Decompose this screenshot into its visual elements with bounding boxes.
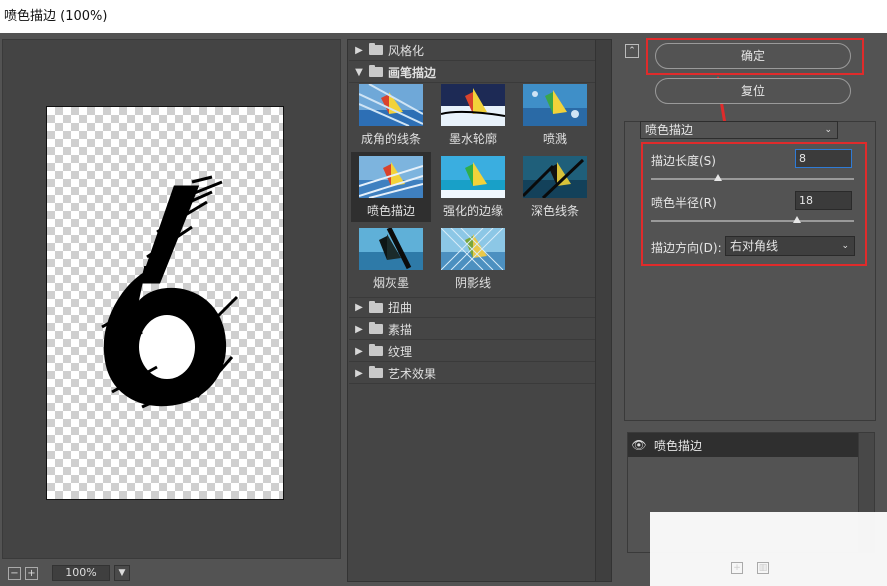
collapse-arrow-icon: ▼ (355, 66, 363, 78)
filter-thumb-spatter[interactable]: 喷溅 (515, 80, 595, 150)
category-distort[interactable]: ▶ 扭曲 (349, 297, 596, 318)
thumbnail-image (441, 228, 505, 270)
filter-thumb-sprayed-strokes[interactable]: 喷色描边 (351, 152, 431, 222)
thumbnail-image (523, 156, 587, 198)
thumbnail-image (359, 156, 423, 198)
reset-button[interactable]: 复位 (655, 78, 851, 104)
folder-icon (369, 366, 383, 378)
filter-gallery[interactable]: ▶ 风格化 ▼ 画笔描边 成角的线条 墨水轮廓 喷溅 喷色描边 强化的边缘 深色… (347, 39, 612, 582)
expand-arrow-icon: ▶ (355, 44, 363, 56)
chevron-down-icon: ⌄ (841, 241, 849, 251)
window-title: 喷色描边 (100%) (0, 0, 887, 33)
stroke-length-slider-handle[interactable] (713, 174, 722, 181)
zoom-in-button[interactable]: + (25, 566, 38, 580)
filter-thumb-dark-strokes[interactable]: 深色线条 (515, 152, 595, 222)
effect-layer-row[interactable]: 👁 喷色描边 (628, 433, 859, 457)
brush-number-image (101, 175, 239, 409)
zoom-out-button[interactable]: − (8, 566, 21, 580)
category-texture[interactable]: ▶ 纹理 (349, 341, 596, 362)
category-artistic[interactable]: ▶ 艺术效果 (349, 363, 596, 384)
filter-thumb-crosshatch[interactable]: 阴影线 (433, 224, 513, 294)
thumbnail-image (359, 228, 423, 270)
filter-thumb-angled-strokes[interactable]: 成角的线条 (351, 80, 431, 150)
zoom-dropdown-chevron-icon[interactable]: ▼ (114, 565, 130, 581)
thumbnail-image (441, 156, 505, 198)
filter-thumb-accented-edges[interactable]: 强化的边缘 (433, 152, 513, 222)
stroke-direction-label: 描边方向(D): (651, 241, 722, 255)
folder-icon (369, 344, 383, 356)
expand-arrow-icon: ▶ (355, 302, 363, 313)
category-sketch[interactable]: ▶ 素描 (349, 319, 596, 340)
spray-radius-input[interactable]: 18 (795, 191, 852, 210)
cropped-blank-area (650, 512, 887, 586)
trash-icon[interactable]: ▥ (757, 562, 769, 574)
folder-icon (369, 300, 383, 313)
collapse-gallery-icon[interactable]: ⌃ (625, 44, 639, 58)
category-stylize[interactable]: ▶ 风格化 (349, 40, 596, 61)
expand-arrow-icon: ▶ (355, 367, 363, 379)
stroke-length-slider[interactable] (651, 178, 854, 180)
spray-radius-slider-handle[interactable] (793, 216, 802, 223)
thumbnail-image (359, 84, 423, 126)
spray-radius-label: 喷色半径(R) (651, 196, 717, 210)
chevron-down-icon: ⌄ (824, 125, 832, 135)
filter-select[interactable]: 喷色描边 ⌄ (640, 121, 838, 139)
filter-thumb-ink-outlines[interactable]: 墨水轮廓 (433, 80, 513, 150)
spray-radius-slider[interactable] (651, 220, 854, 222)
expand-arrow-icon: ▶ (355, 323, 363, 335)
eye-icon[interactable]: 👁 (628, 438, 650, 452)
filter-thumb-sumi-e[interactable]: 烟灰墨 (351, 224, 431, 294)
expand-arrow-icon: ▶ (355, 345, 363, 357)
gallery-scrollbar[interactable] (595, 40, 611, 581)
preview-canvas[interactable] (46, 106, 284, 500)
stroke-length-label: 描边长度(S) (651, 154, 716, 168)
thumbnail-image (523, 84, 587, 126)
folder-icon (369, 322, 383, 334)
zoom-level-field[interactable]: 100% (52, 565, 110, 581)
new-layer-icon[interactable]: + (731, 562, 743, 574)
preview-panel[interactable] (2, 39, 341, 559)
ok-highlight-box (646, 38, 864, 75)
folder-icon (369, 43, 383, 55)
thumbnail-image (441, 84, 505, 126)
stroke-direction-select[interactable]: 右对角线 ⌄ (725, 236, 855, 256)
folder-icon (369, 65, 383, 77)
stroke-length-input[interactable]: 8 (795, 149, 852, 168)
